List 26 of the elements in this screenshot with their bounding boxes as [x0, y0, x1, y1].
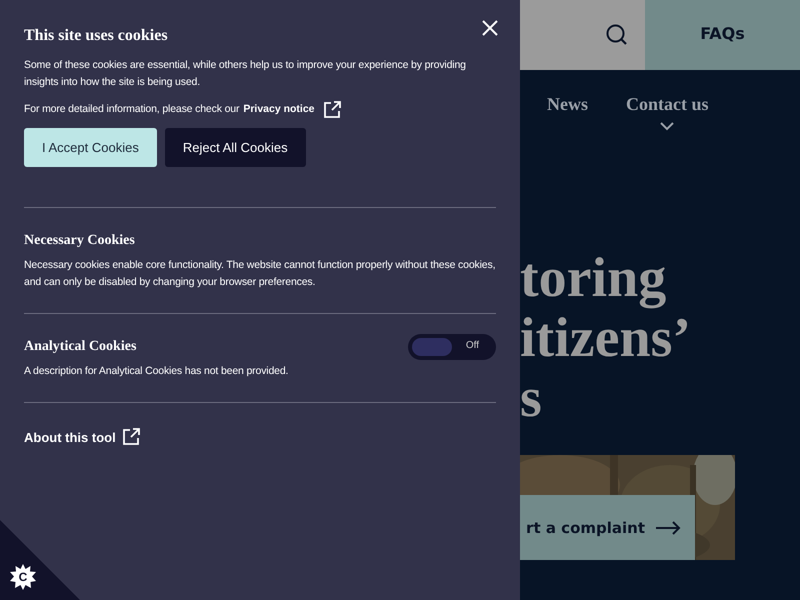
nav-link[interactable]: Contact us: [626, 94, 709, 140]
nav-link[interactable]: News: [547, 94, 588, 140]
faqs-link[interactable]: FAQs: [645, 0, 800, 70]
complaint-button[interactable]: rt a complaint: [520, 495, 695, 560]
hero-heading: itizens’: [520, 308, 692, 368]
section-description: A description for Analytical Cookies has not been provided.: [24, 364, 290, 379]
cookie-badge-icon: C: [10, 564, 36, 590]
accept-button[interactable]: I Accept Cookies: [24, 128, 157, 167]
section-title: Necessary Cookies: [24, 233, 135, 249]
about-link[interactable]: About this tool: [24, 430, 116, 445]
reject-button[interactable]: Reject All Cookies: [164, 128, 306, 167]
hero-heading: toring: [520, 248, 668, 308]
chevron-down-icon[interactable]: [659, 121, 676, 131]
intro-text: Some of these cookies are essential, while others help us to improve your experience by providing insights into how the site is being used.: [24, 58, 467, 90]
hero-heading: s: [520, 368, 543, 428]
section-description: Necessary cookies enable core functionality. The website cannot function properly without these cookies, and can only be disabled by changing your browser preferences.: [24, 258, 496, 290]
privacy-text: For more detailed information, please check our: [24, 102, 240, 117]
panel-title: This site uses cookies: [24, 27, 169, 45]
external-link-icon: [122, 428, 140, 445]
arrow-right-icon: [655, 520, 681, 534]
search-icon[interactable]: [605, 23, 629, 47]
privacy-link[interactable]: Privacy notice: [243, 101, 315, 118]
toggle-switch[interactable]: Off: [408, 334, 496, 360]
section-title: Analytical Cookies: [24, 339, 136, 355]
external-link-icon: [324, 101, 341, 118]
close-button[interactable]: [480, 18, 500, 38]
